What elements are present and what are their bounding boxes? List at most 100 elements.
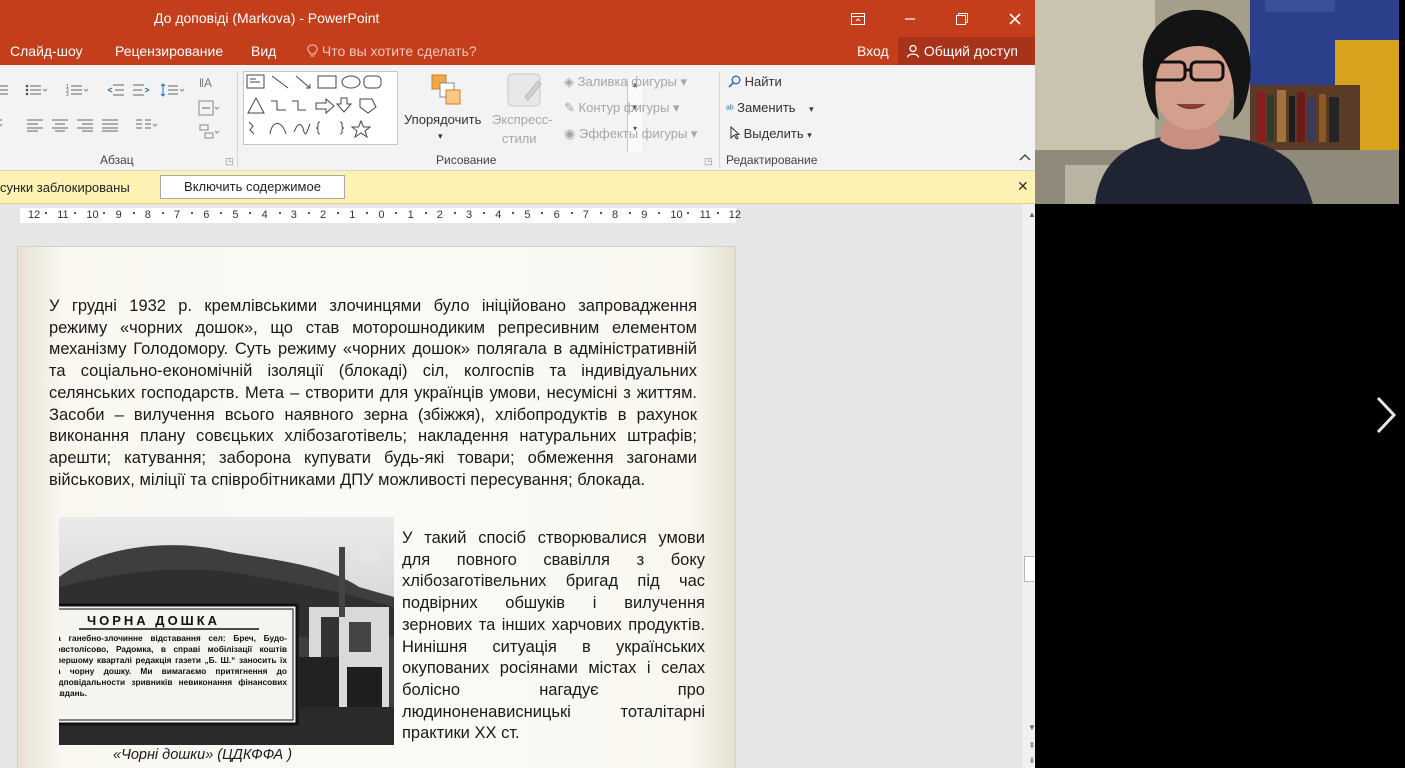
ruler-tick-mark (103, 212, 106, 214)
ruler-tick-mark (337, 212, 339, 214)
tab-slide-show[interactable]: Слайд-шоу (10, 43, 83, 59)
arrange-dropdown-icon[interactable]: ▾ (438, 131, 443, 142)
slide-paragraph-2[interactable]: У такий спосіб створювалися умови для по… (402, 528, 705, 745)
replace-button[interactable]: ᵃᵇ Заменить ▾ (726, 100, 814, 115)
ruler-tick-mark (716, 212, 719, 214)
vertical-scrollbar[interactable]: ▲ ▼ ⇞ ⇟ (1022, 204, 1035, 768)
numbered-list-icon[interactable]: 123 (66, 83, 89, 98)
group-label-editing: Редактирование (726, 153, 818, 167)
arrange-button[interactable]: Упорядочить (404, 112, 481, 127)
security-message-bar: сунки заблокированы Включить содержимое … (0, 171, 1035, 204)
ruler-tick-mark (483, 212, 485, 214)
ruler-tick-label: 2 (436, 209, 443, 221)
bullets-partial-icon[interactable] (0, 83, 10, 97)
ruler-tick-label: 11 (699, 209, 712, 221)
arrange-icon[interactable] (428, 73, 462, 107)
close-icon[interactable] (990, 0, 1035, 37)
restore-icon[interactable] (937, 0, 987, 37)
photo-caption[interactable]: «Чорні дошки» (ЦДКФФА ) (113, 747, 292, 763)
shapes-gallery-icons (246, 74, 382, 139)
ruler-tick-mark (74, 212, 77, 214)
cursor-arrow-icon (730, 125, 744, 141)
collapse-ribbon-icon[interactable] (1019, 153, 1031, 164)
decrease-indent-icon[interactable] (106, 83, 125, 97)
next-slide-icon[interactable]: ⇟ (1025, 754, 1035, 768)
ruler-tick-label: 8 (144, 209, 151, 221)
drawing-launcher-icon[interactable]: ◳ (704, 156, 713, 167)
tell-me-box[interactable]: Что вы хотите сделать? (307, 43, 477, 59)
align-left-icon[interactable] (26, 118, 44, 132)
ruler-tick-mark (512, 212, 515, 214)
shape-outline-button[interactable]: ✎ Контур фигуры ▾ (564, 100, 680, 116)
select-label: Выделить (743, 126, 804, 141)
tab-review[interactable]: Рецензирование (115, 43, 223, 59)
quick-styles-icon[interactable] (505, 71, 545, 111)
ruler-tick-label: 5 (232, 209, 239, 221)
window-title: До доповіді (Markova) - PowerPoint (154, 10, 380, 26)
ruler-tick-label: 10 (86, 209, 99, 221)
ruler-tick-label: 7 (174, 209, 181, 221)
ruler-tick-mark (307, 212, 310, 214)
chevron-right-icon[interactable] (1368, 392, 1402, 438)
ruler-tick-label: 4 (495, 209, 502, 221)
title-bar: До доповіді (Markova) - PowerPoint (0, 0, 1035, 37)
ruler-tick-label: 3 (466, 209, 473, 221)
ruler-tick-mark (599, 212, 602, 214)
scroll-up-icon[interactable]: ▲ (1025, 208, 1035, 222)
ruler-tick-mark (161, 212, 164, 214)
convert-to-smartart-icon[interactable] (198, 123, 220, 143)
ruler-tick-label: 6 (203, 209, 210, 221)
select-button[interactable]: Выделить ▾ (730, 125, 812, 141)
paragraph-launcher-icon[interactable]: ◳ (225, 156, 234, 167)
signin-link[interactable]: Вход (857, 43, 889, 59)
group-label-paragraph: Абзац (100, 153, 134, 167)
lightbulb-icon (307, 43, 322, 59)
ruler-tick-label: 0 (378, 209, 385, 221)
share-button[interactable]: Общий доступ (898, 37, 1035, 65)
replace-dropdown-icon: ▾ (809, 104, 814, 114)
tab-view[interactable]: Вид (251, 43, 276, 59)
align-partial-icon[interactable] (0, 118, 10, 132)
line-spacing-icon[interactable] (160, 82, 185, 97)
search-icon (728, 74, 745, 89)
scroll-down-icon[interactable]: ▼ (1025, 721, 1035, 735)
svg-text:3: 3 (66, 92, 69, 97)
ruler-tick-label: 11 (57, 209, 69, 221)
black-board-photo-image: ЧОРНА ДОШКА За ганебно-злочинне відстава… (59, 517, 394, 745)
ribbon: 123 ǁA Абзац ◳ ▲ ▼ ▾ Упорядочить ▾ Экспр… (0, 65, 1035, 171)
shape-effects-button[interactable]: ◉ Эффекты фигуры ▾ (564, 126, 697, 142)
increase-indent-icon[interactable] (132, 83, 151, 97)
previous-slide-icon[interactable]: ⇞ (1025, 739, 1035, 753)
close-message-icon[interactable]: ✕ (1017, 178, 1029, 195)
columns-icon[interactable] (135, 118, 159, 132)
group-label-drawing: Рисование (436, 153, 497, 167)
powerpoint-window: До доповіді (Markova) - PowerPoint Слайд… (0, 0, 1035, 768)
scroll-thumb[interactable] (1024, 556, 1035, 582)
ruler-tick-label: 9 (115, 209, 122, 221)
justify-icon[interactable] (101, 118, 119, 132)
slide-paragraph-1[interactable]: У грудні 1932 р. кремлівськими злочинцям… (49, 296, 697, 491)
align-text-icon[interactable] (198, 99, 220, 119)
ruler-tick-label: 10 (670, 209, 683, 221)
shape-fill-button[interactable]: ◈ Заливка фигуры ▾ (564, 74, 687, 90)
ruler-tick-mark (278, 212, 281, 214)
ruler-tick-mark (366, 212, 369, 214)
text-direction-icon[interactable]: ǁA (198, 71, 220, 91)
tell-me-placeholder: Что вы хотите сделать? (321, 43, 477, 59)
black-board-photo[interactable]: ЧОРНА ДОШКА За ганебно-злочинне відстава… (59, 517, 394, 745)
find-button[interactable]: Найти (728, 74, 782, 89)
minimize-icon[interactable] (885, 0, 935, 37)
enable-content-button[interactable]: Включить содержимое (160, 175, 345, 199)
replace-icon: ᵃᵇ (726, 104, 734, 115)
quick-styles-label-2[interactable]: стили (502, 131, 537, 146)
bullet-list-icon[interactable] (25, 83, 48, 97)
ruler-tick-mark (45, 212, 47, 214)
shapes-gallery[interactable]: ▲ ▼ ▾ (243, 71, 642, 152)
quick-styles-label-1[interactable]: Экспресс- (492, 112, 553, 127)
slide-canvas[interactable]: У грудні 1932 р. кремлівськими злочинцям… (17, 246, 736, 768)
align-right-icon[interactable] (76, 118, 94, 132)
ruler-tick-label: 12 (28, 209, 41, 221)
ribbon-display-options-icon[interactable] (833, 0, 883, 37)
align-center-icon[interactable] (51, 118, 69, 132)
ruler-tick-label: 3 (290, 209, 297, 221)
